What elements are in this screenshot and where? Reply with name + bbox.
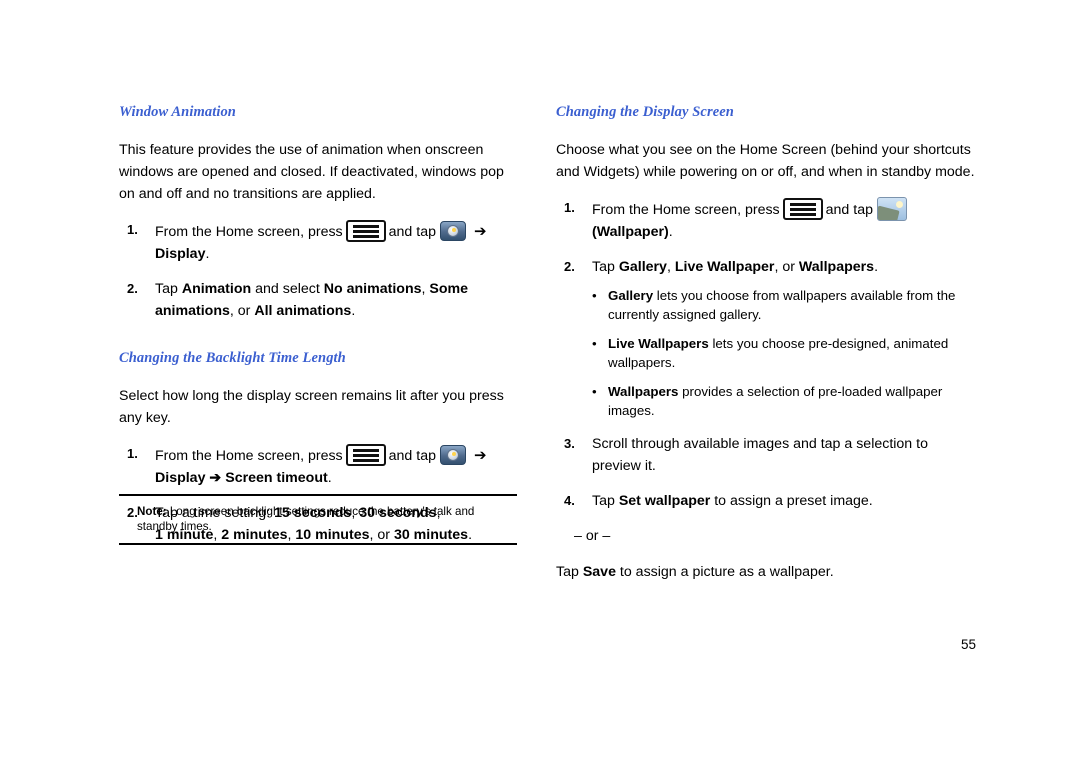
wallpaper-options-list: Gallery lets you choose from wallpapers …: [592, 286, 976, 420]
step-text-bold: Animation: [181, 281, 252, 297]
step-number: 1.: [127, 222, 138, 237]
paragraph-window-animation-intro: This feature provides the use of animati…: [119, 142, 504, 202]
step-text-bold: Display ➔ Screen timeout: [155, 470, 328, 486]
note-body: Long screen backlight settings reduce th…: [137, 505, 475, 533]
steps-display-screen: 1. From the Home screen, press and tap (W…: [556, 197, 976, 512]
step-text-pre: From the Home screen, press: [155, 224, 343, 240]
step-number: 3.: [564, 436, 575, 451]
step-text: to assign a preset image.: [710, 493, 873, 509]
list-item: Live Wallpapers lets you choose pre-desi…: [592, 334, 976, 372]
menu-key-icon: [782, 198, 823, 220]
paragraph-display-screen-intro: Choose what you see on the Home Screen (…: [556, 142, 975, 180]
list-item: Gallery lets you choose from wallpapers …: [592, 286, 976, 324]
step-text: .: [874, 259, 879, 275]
save-text-bold: Save: [582, 564, 616, 580]
step-item: 2. Tap Gallery, Live Wallpaper, or Wallp…: [556, 256, 976, 420]
document-page: Window Animation This feature provides t…: [0, 0, 1080, 771]
step-text: and select: [251, 281, 324, 297]
step-item: 4. Tap Set wallpaper to assign a preset …: [556, 490, 976, 512]
step-text-bold: Wallpapers: [798, 259, 875, 275]
step-item: 1. From the Home screen, press and tap ➔ …: [119, 219, 519, 265]
step-text: , or: [229, 303, 255, 319]
step-number: 4.: [564, 493, 575, 508]
step-text-bold: No animations: [323, 281, 422, 297]
step-number: 1.: [127, 446, 138, 461]
step-text-mid: and tap: [388, 448, 436, 464]
step-text-bold: All animations: [254, 303, 352, 319]
settings-gear-icon: [440, 443, 466, 467]
paragraph-save-wallpaper: Tap Save to assign a picture as a wallpa…: [556, 561, 976, 583]
bullet-bold: Live Wallpapers: [608, 336, 709, 351]
note-label: Note:: [137, 505, 167, 518]
save-text-pre: Tap: [556, 564, 583, 580]
or-separator: – or –: [574, 528, 611, 544]
heading-window-animation: Window Animation: [119, 104, 236, 120]
right-column: Changing the Display Screen Choose what …: [556, 104, 976, 597]
settings-gear-icon: [440, 219, 466, 243]
note-box: Note: Long screen backlight settings red…: [119, 494, 517, 545]
step-text-bold: Live Wallpaper: [674, 259, 775, 275]
step-text-bold: Set wallpaper: [618, 493, 711, 509]
bullet-text: lets you choose from wallpapers availabl…: [608, 288, 956, 322]
arrow-icon: ➔: [473, 447, 487, 464]
paragraph-backlight-intro: Select how long the display screen remai…: [119, 388, 504, 426]
save-text-post: to assign a picture as a wallpaper.: [615, 564, 834, 580]
step-text-mid: and tap: [388, 224, 436, 240]
step-item: 1. From the Home screen, press and tap ➔ …: [119, 443, 519, 489]
step-number: 2.: [127, 281, 138, 296]
list-item: Wallpapers provides a selection of pre-l…: [592, 382, 976, 420]
note-rule-top: [119, 494, 517, 496]
bullet-bold: Gallery: [608, 288, 654, 303]
heading-changing-display-screen: Changing the Display Screen: [556, 104, 734, 120]
heading-changing-backlight-time-length: Changing the Backlight Time Length: [119, 350, 346, 366]
step-text: ,: [666, 259, 675, 275]
arrow-icon: ➔: [473, 223, 487, 240]
left-column: Window Animation This feature provides t…: [119, 104, 519, 559]
steps-window-animation: 1. From the Home screen, press and tap ➔ …: [119, 219, 519, 322]
step-text-tail: .: [668, 224, 673, 240]
step-item: 1. From the Home screen, press and tap (W…: [556, 197, 976, 243]
step-text-bold: Gallery: [618, 259, 667, 275]
wallpaper-image-icon: [877, 197, 907, 221]
note-content: Note: Long screen backlight settings red…: [119, 504, 517, 534]
step-text-bold: (Wallpaper): [592, 224, 669, 240]
step-text: .: [351, 303, 356, 319]
step-number: 2.: [564, 259, 575, 274]
step-text: Tap: [592, 493, 619, 509]
menu-key-icon: [345, 220, 386, 242]
menu-key-icon: [345, 444, 386, 466]
step-text-bold: Display: [155, 246, 206, 262]
step-item: 2. Tap Animation and select No animation…: [119, 278, 519, 322]
step-text: , or: [774, 259, 799, 275]
step-text-pre: From the Home screen, press: [155, 448, 343, 464]
step-item: 3. Scroll through available images and t…: [556, 433, 976, 477]
step-text: Tap: [155, 281, 182, 297]
step-text-mid: and tap: [825, 202, 873, 218]
step-text-tail: .: [205, 246, 210, 262]
step-text: Tap: [592, 259, 619, 275]
step-text: Scroll through available images and tap …: [592, 436, 928, 474]
step-text-tail: .: [327, 470, 332, 486]
step-text-pre: From the Home screen, press: [592, 202, 780, 218]
bullet-bold: Wallpapers: [608, 384, 679, 399]
page-number: 55: [960, 637, 976, 652]
note-rule-bottom: [119, 543, 517, 545]
step-number: 1.: [564, 200, 575, 215]
